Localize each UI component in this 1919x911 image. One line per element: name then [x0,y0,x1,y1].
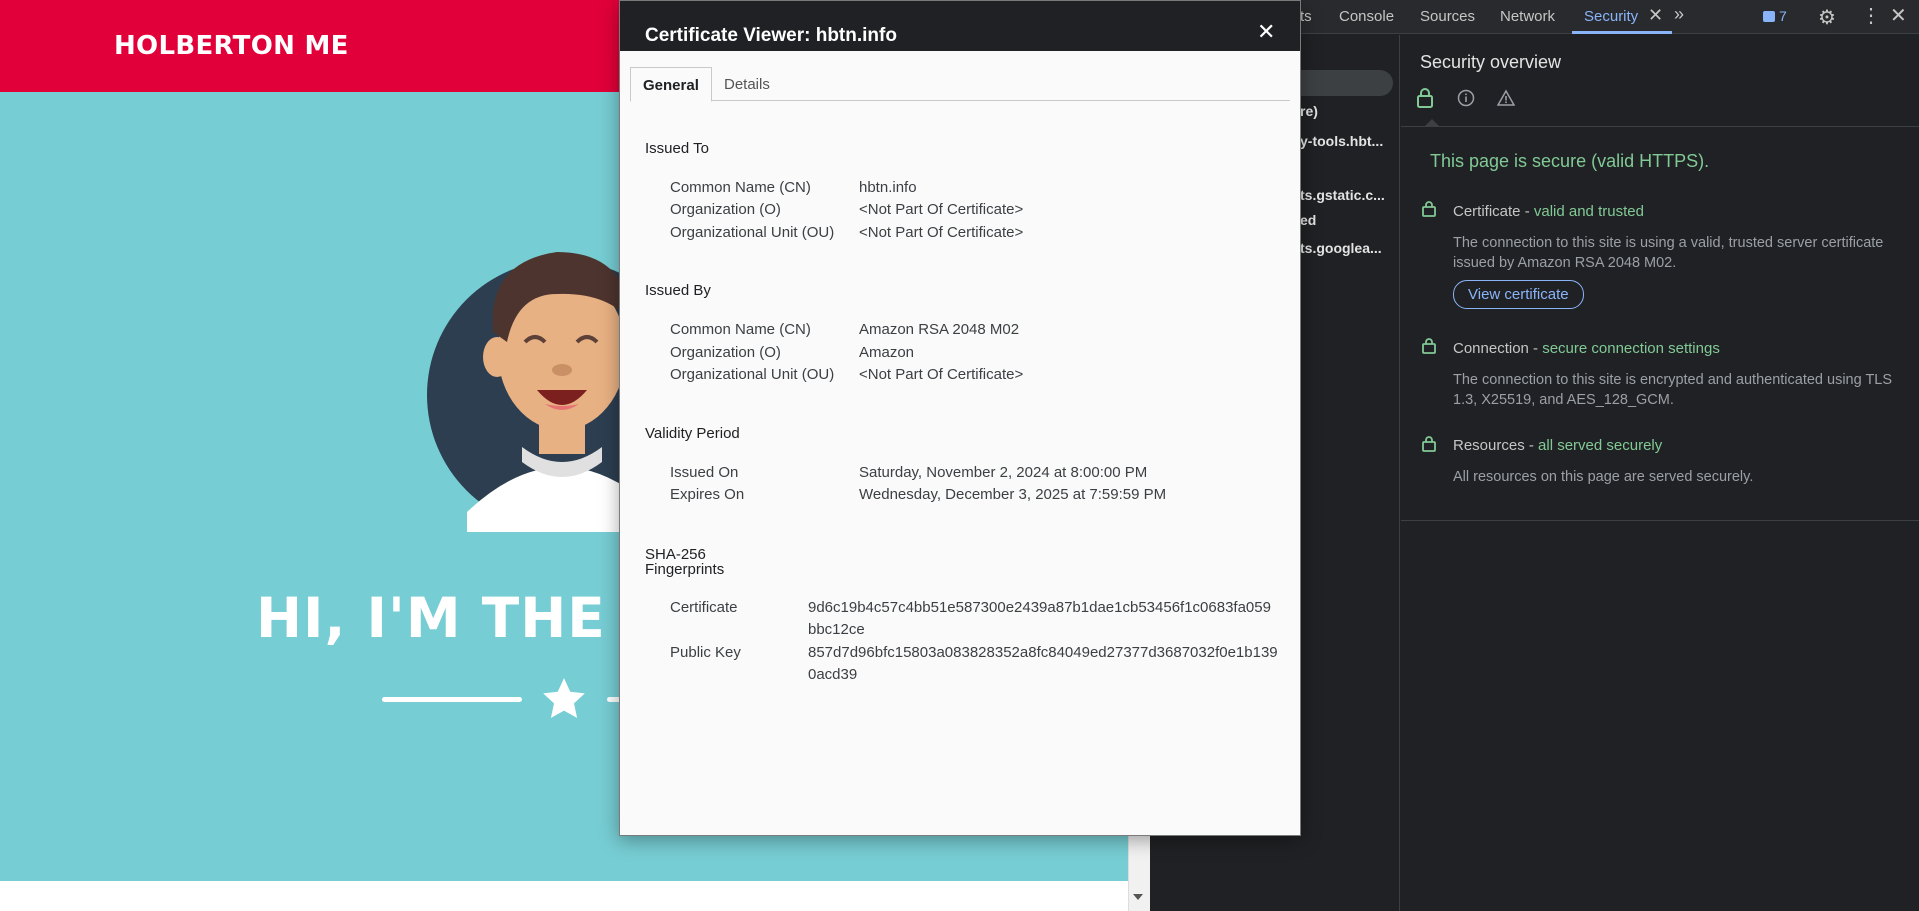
tab-partial[interactable]: ts [1300,8,1312,25]
tab-console[interactable]: Console [1339,8,1394,25]
lock-icon [1422,338,1436,354]
divider-line-left [382,697,522,702]
resources-label: Resources - [1453,437,1539,454]
origin-item[interactable]: ed [1300,212,1316,228]
field-value: hbtn.info [859,179,917,196]
section-title: Fingerprints [645,561,725,578]
field-label: Organizational Unit (OU) [670,366,835,383]
close-tab-icon[interactable]: ✕ [1648,5,1663,26]
fingerprint-value: 9d6c19b4c57c4bb51e587300e2439a87b1dae1cb… [808,599,1271,638]
connection-status: secure connection settings [1542,340,1720,357]
tab-sources[interactable]: Sources [1420,8,1475,25]
more-tabs-icon[interactable]: » [1674,4,1684,25]
origin-item[interactable]: ts.gstatic.c... [1300,187,1385,203]
certificate-status: valid and trusted [1533,203,1644,220]
close-icon[interactable]: ✕ [1257,19,1275,45]
field-label: Common Name (CN) [670,179,811,196]
secure-summary: This page is secure (valid HTTPS). [1430,151,1710,171]
close-devtools-icon[interactable]: ✕ [1890,3,1907,28]
overview-title: Security overview [1420,52,1562,72]
field-value: Amazon RSA 2048 M02 [859,321,1020,338]
section-title: Validity Period [645,425,740,442]
field-label: Organization (O) [670,344,781,361]
certificate-label: Certificate - [1453,203,1534,220]
lock-icon [1422,201,1436,217]
field-label: Organizational Unit (OU) [670,224,835,241]
field-value: Wednesday, December 3, 2025 at 7:59:59 P… [859,486,1167,503]
connection-label: Connection - [1453,340,1543,357]
resources-status: all served securely [1538,437,1663,454]
scroll-down-icon[interactable] [1133,894,1143,900]
dialog-titlebar: Certificate Viewer: hbtn.info ✕ [620,1,1300,51]
field-value: Amazon [859,344,915,361]
cert-tabs: General Details [630,67,1290,102]
message-icon [1763,10,1775,22]
resources-description: All resources on this page are served se… [1453,469,1754,485]
divider [1401,126,1919,127]
field-value: <Not Part Of Certificate> [859,224,1024,241]
field-label: Certificate [670,599,738,616]
certificate-heading: Certificate - valid and trusted [1453,203,1644,220]
tab-general[interactable]: General [630,67,712,102]
field-label: Organization (O) [670,201,781,218]
issues-badge[interactable]: 7 [1763,8,1787,24]
info-icon[interactable] [1457,89,1475,107]
warning-icon[interactable] [1497,89,1515,107]
star-icon [543,678,585,718]
field-label: Public Key [670,644,741,661]
field-label: Common Name (CN) [670,321,811,338]
field-label: Issued On [670,464,739,481]
origin-item[interactable]: y-tools.hbt... [1300,133,1383,149]
connection-description: The connection to this site is encrypted… [1453,372,1893,408]
connection-heading: Connection - secure connection settings [1453,340,1720,357]
lock-icon[interactable] [1415,87,1435,109]
divider [1401,520,1919,521]
fingerprint-value: 857d7d96bfc15803a083828352a8fc84049ed273… [808,644,1278,683]
site-brand[interactable]: HOLBERTON ME [114,31,349,61]
more-options-icon[interactable]: ⋮ [1861,3,1881,28]
section-title: Issued To [645,140,709,157]
page-footer-strip [0,881,1128,911]
field-value: Saturday, November 2, 2024 at 8:00:00 PM [859,464,1148,481]
origin-item[interactable]: ts.googlea... [1300,240,1382,256]
field-value: <Not Part Of Certificate> [859,201,1024,218]
origin-item[interactable]: re) [1300,103,1318,119]
issues-count: 7 [1779,8,1787,24]
security-overview: Security overview This page is secure (v… [1401,35,1919,911]
lock-icon [1422,436,1436,452]
field-value: <Not Part Of Certificate> [859,366,1024,383]
tab-network[interactable]: Network [1500,8,1555,25]
view-certificate-button[interactable]: View certificate [1453,280,1584,309]
dialog-title: Certificate Viewer: hbtn.info [645,25,897,46]
active-tab-indicator [1572,31,1672,34]
section-title: Issued By [645,282,711,299]
tab-details[interactable]: Details [724,76,770,93]
resources-heading: Resources - all served securely [1453,437,1662,454]
tab-security[interactable]: Security [1584,8,1638,25]
gear-icon[interactable]: ⚙ [1818,5,1836,30]
certificate-viewer-dialog: Certificate Viewer: hbtn.info ✕ General … [619,0,1301,836]
hero-title: HI, I'M THE C [256,586,668,650]
certificate-description: The connection to this site is using a v… [1453,235,1884,271]
field-label: Expires On [670,486,745,503]
